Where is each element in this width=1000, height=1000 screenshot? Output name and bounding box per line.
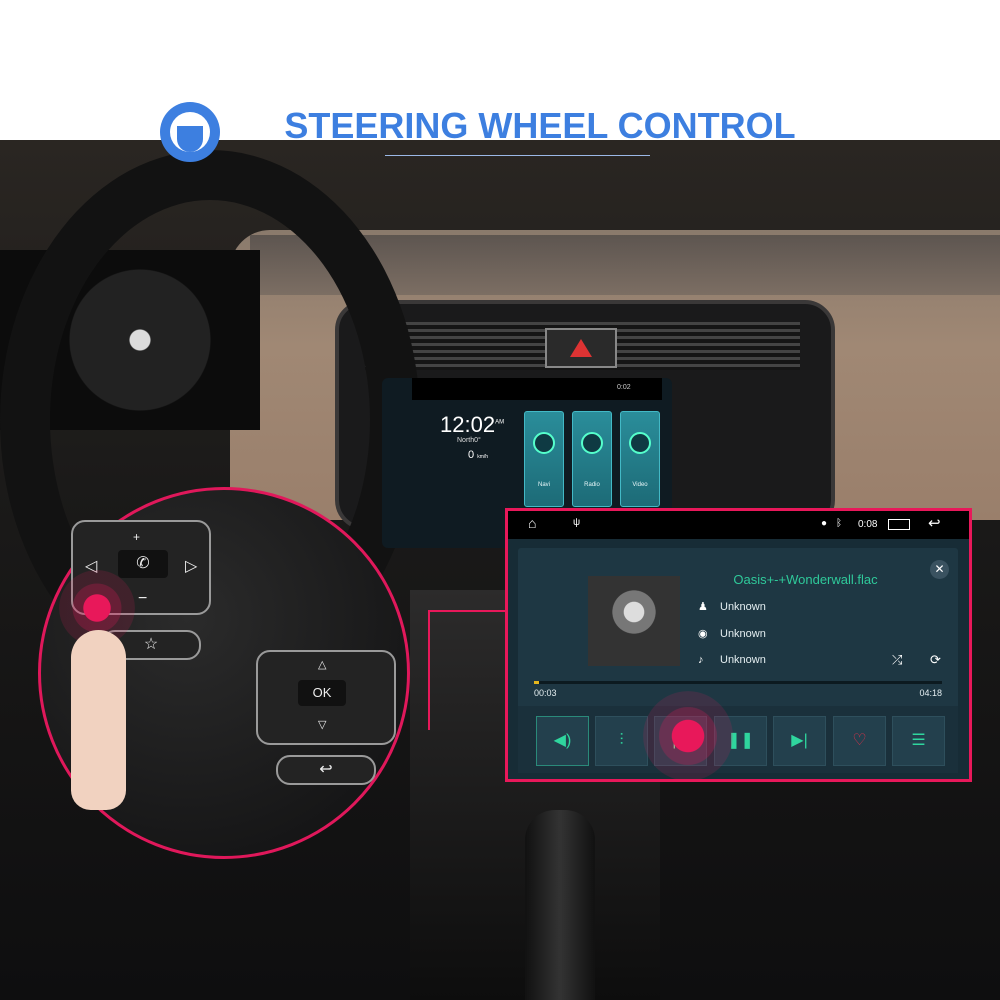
volume-up-button[interactable]: + — [133, 530, 140, 544]
elapsed-time: 00:03 — [534, 688, 557, 698]
hazard-icon — [570, 339, 592, 357]
status-time: 0:02 — [617, 384, 631, 391]
right-button-pad: △ OK ▽ — [256, 650, 396, 745]
album-art — [588, 576, 680, 666]
tile-label: Video — [632, 482, 648, 488]
music-player-screen: ⌂ ψ ● ᛒ 0:08 ↩ Oasis+-+Wonderwall.flac ✕… — [505, 508, 972, 782]
clock-ampm: AM — [495, 419, 505, 426]
artist: Unknown — [720, 601, 766, 613]
heading: North0° — [457, 437, 481, 444]
favorite-button[interactable]: ♡ — [833, 716, 886, 766]
tile-label: Radio — [584, 482, 600, 488]
equalizer-button[interactable]: ⫶ — [595, 716, 648, 766]
artist-row: ♟ Unknown — [698, 600, 766, 613]
finger-illustration — [71, 630, 126, 810]
gear-shifter — [525, 810, 595, 1000]
up-button[interactable]: △ — [318, 658, 326, 671]
playlist-button[interactable]: ☰ — [892, 716, 945, 766]
page-title: STEERING WHEEL CONTROL — [284, 105, 796, 146]
repeat-icon[interactable]: ⟳ — [930, 652, 941, 668]
shuffle-icon[interactable]: ⤮ — [892, 652, 902, 668]
connector-line — [428, 610, 508, 730]
tile-label: Navi — [537, 482, 550, 488]
album-row: ◉ Unknown — [698, 627, 766, 640]
control-bar: ◀) ⫶ |◀ ❚❚ ▶| ♡ ☰ — [518, 706, 958, 773]
volume-down-button[interactable]: − — [138, 590, 147, 608]
status-time: 0:08 — [858, 519, 878, 530]
next-button[interactable]: ▶| — [773, 716, 826, 766]
title-underline — [385, 155, 650, 156]
ok-button[interactable]: OK — [298, 680, 346, 706]
player-card: Oasis+-+Wonderwall.flac ✕ ♟ Unknown ◉ Unkn… — [518, 548, 958, 773]
tile-radio[interactable]: Radio — [572, 411, 612, 507]
status-bar: ⌂ ψ ● ᛒ 0:08 ↩ — [508, 511, 969, 539]
phone-button[interactable]: ✆ — [118, 550, 168, 578]
bluetooth-icon: ᛒ — [836, 518, 842, 529]
clock: 12:02AM — [440, 412, 504, 438]
down-button[interactable]: ▽ — [318, 718, 326, 731]
hazard-button — [545, 328, 617, 368]
tile-video[interactable]: Video — [620, 411, 660, 507]
usb-icon: ψ — [573, 517, 581, 528]
genre-row: ♪ Unknown — [698, 654, 766, 666]
album: Unknown — [720, 628, 766, 640]
speed-unit: km/h — [477, 454, 489, 460]
progress-fill — [534, 681, 539, 684]
head-unit-status-bar: 0:02 — [412, 378, 662, 400]
location-icon: ● — [821, 518, 828, 529]
radio-icon — [581, 432, 603, 454]
progress-bar[interactable] — [534, 681, 942, 684]
album-icon: ◉ — [698, 628, 708, 640]
recent-apps-icon[interactable] — [888, 519, 910, 530]
clock-time: 12:02 — [440, 412, 496, 437]
video-icon — [629, 432, 651, 454]
navi-icon — [533, 432, 555, 454]
back-icon[interactable]: ↩ — [928, 514, 941, 532]
home-icon[interactable]: ⌂ — [528, 515, 536, 531]
tile-navi[interactable]: Navi — [524, 411, 564, 507]
speed-value: 0 — [468, 449, 475, 461]
genre: Unknown — [720, 654, 766, 666]
music-note-icon: ♪ — [698, 654, 704, 666]
duration: 04:18 — [919, 688, 942, 698]
return-button[interactable]: ↩ — [276, 755, 376, 785]
artist-icon: ♟ — [698, 601, 708, 613]
steering-controls-closeup: + ◁ ✆ ▷ − ☆ △ OK ▽ ↩ — [38, 487, 410, 859]
close-button[interactable]: ✕ — [930, 560, 949, 579]
track-title: Oasis+-+Wonderwall.flac — [733, 572, 878, 587]
volume-button[interactable]: ◀) — [536, 716, 589, 766]
speed: 0 km/h — [468, 449, 488, 461]
next-button[interactable]: ▷ — [185, 556, 197, 576]
press-indicator — [643, 691, 733, 781]
